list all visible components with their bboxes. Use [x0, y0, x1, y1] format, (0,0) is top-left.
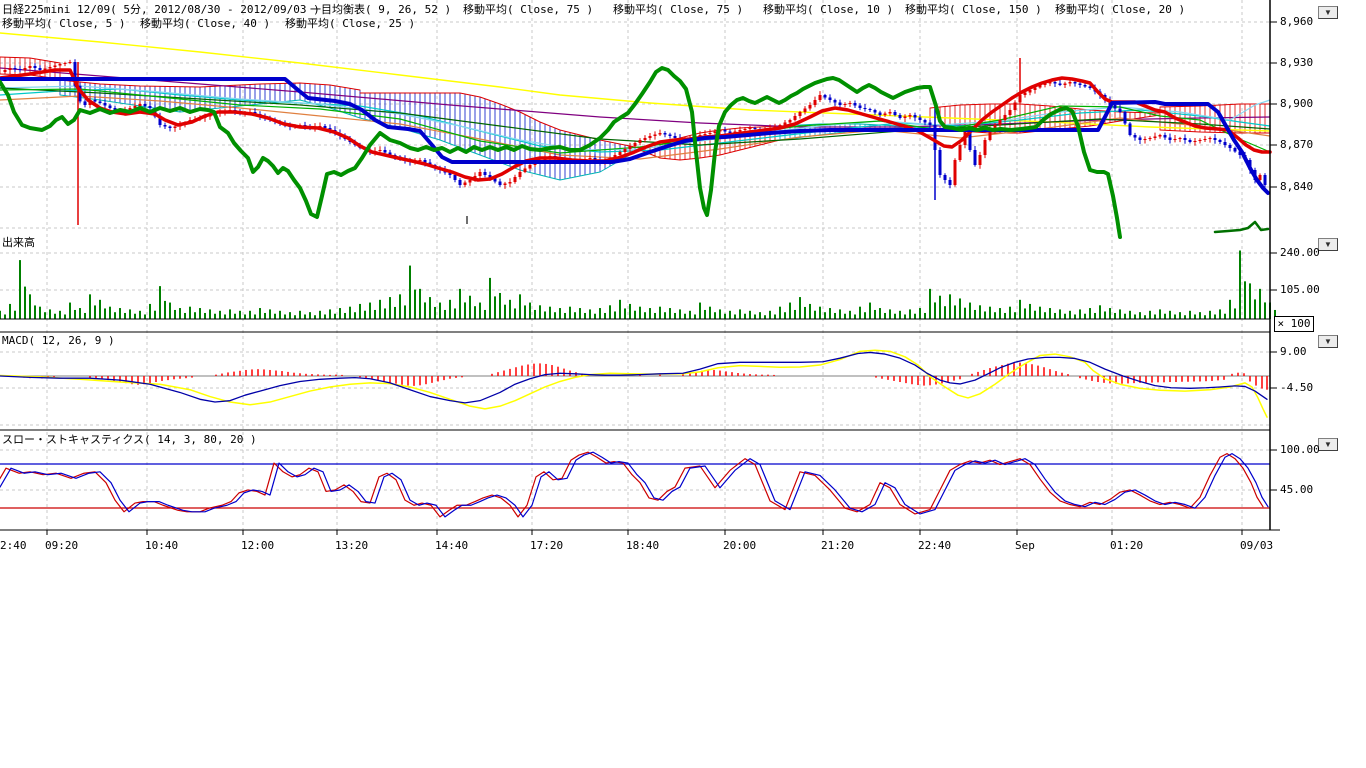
volume-axis-label: 105.00: [1280, 284, 1320, 296]
time-axis-label: 21:20: [821, 540, 854, 552]
volume-axis-label: 240.00: [1280, 247, 1320, 259]
time-axis-label: 10:40: [145, 540, 178, 552]
legend-item[interactable]: 移動平均( Close, 5 ): [2, 15, 125, 31]
chevron-down-icon: ▼: [1324, 240, 1332, 249]
legend-row-1: 日経225mini 12/09( 5分, 2012/08/30 - 2012/0…: [0, 1, 1366, 15]
macd-panel-title: MACD( 12, 26, 9 ): [2, 335, 115, 347]
chart-canvas[interactable]: [0, 0, 1366, 768]
time-axis-label: 12:00: [241, 540, 274, 552]
time-axis-label: 22:40: [918, 540, 951, 552]
legend-item[interactable]: 移動平均( Close, 25 ): [285, 15, 415, 31]
price-axis-label: 8,930: [1280, 57, 1313, 69]
stochastics-panel-title: スロー・ストキャスティクス( 14, 3, 80, 20 ): [2, 434, 257, 446]
volume-panel-dropdown-button[interactable]: ▼: [1318, 238, 1338, 251]
macd-axis-label: -4.50: [1280, 382, 1313, 394]
volume-panel-title: 出来高: [2, 237, 35, 249]
time-axis-label: 13:20: [335, 540, 368, 552]
time-axis-label: 20:00: [723, 540, 756, 552]
time-axis-label: 14:40: [435, 540, 468, 552]
volume-multiplier-badge: × 100: [1274, 316, 1314, 332]
legend-row-2: 移動平均( Close, 5 ) 移動平均( Close, 40 ) 移動平均( C…: [0, 15, 1366, 29]
time-axis-label: 09/03: [1240, 540, 1273, 552]
legend-item[interactable]: 移動平均( Close, 40 ): [140, 15, 270, 31]
chevron-down-icon: ▼: [1324, 440, 1332, 449]
macd-panel-dropdown-button[interactable]: ▼: [1318, 335, 1338, 348]
price-panel-dropdown-button[interactable]: ▼: [1318, 6, 1338, 19]
chart-window: 日経225mini 12/09( 5分, 2012/08/30 - 2012/0…: [0, 0, 1366, 768]
price-axis-label: 8,870: [1280, 139, 1313, 151]
price-axis-label: 8,840: [1280, 181, 1313, 193]
time-axis-label: 17:20: [530, 540, 563, 552]
price-axis-label: 8,960: [1280, 16, 1313, 28]
chevron-down-icon: ▼: [1324, 337, 1332, 346]
stochastics-axis-label: 45.00: [1280, 484, 1313, 496]
stochastics-axis-label: 100.00: [1280, 444, 1320, 456]
stochastics-panel-dropdown-button[interactable]: ▼: [1318, 438, 1338, 451]
price-axis-label: 8,900: [1280, 98, 1313, 110]
chevron-down-icon: ▼: [1324, 8, 1332, 17]
time-axis-label: 01:20: [1110, 540, 1143, 552]
time-axis-label: 2:40: [0, 540, 27, 552]
time-axis-label: 09:20: [45, 540, 78, 552]
macd-axis-label: 9.00: [1280, 346, 1307, 358]
time-axis-label: Sep: [1015, 540, 1035, 552]
time-axis-label: 18:40: [626, 540, 659, 552]
